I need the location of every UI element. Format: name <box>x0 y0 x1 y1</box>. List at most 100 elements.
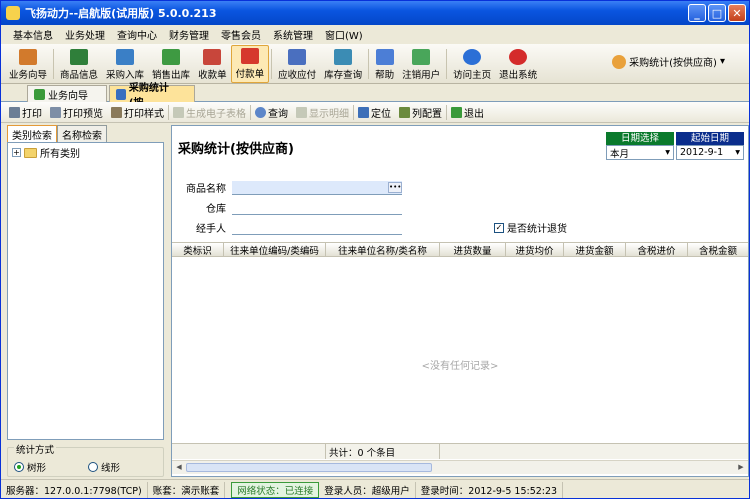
horizontal-scrollbar[interactable]: ◀ ▶ <box>172 460 748 474</box>
date-select-label: 日期选择 <box>606 132 674 145</box>
start-date: 起始日期 2012-9-1 ▾ <box>676 132 744 160</box>
close-button[interactable]: ✕ <box>728 4 746 22</box>
date-select-dropdown[interactable]: 本月 ▾ <box>606 145 674 160</box>
menu-retail-member[interactable]: 零售会员 <box>215 27 267 42</box>
toolbar-exit-button[interactable]: 退出系统 <box>495 45 541 83</box>
checkmark-icon: ✓ <box>494 222 504 233</box>
ellipsis-icon[interactable]: ••• <box>388 181 402 193</box>
chevron-down-icon: ▾ <box>735 147 740 158</box>
stat-mode-title: 统计方式 <box>14 442 57 456</box>
column-header[interactable]: 进货金额 <box>564 243 626 256</box>
menu-finance[interactable]: 财务管理 <box>163 27 215 42</box>
chevron-down-icon: ▾ <box>719 56 725 67</box>
start-date-picker[interactable]: 2012-9-1 ▾ <box>676 145 744 160</box>
guide-icon <box>34 88 45 100</box>
category-tree[interactable]: + 所有类别 <box>7 142 164 440</box>
radio-tree-mode[interactable]: 树形 <box>14 460 46 474</box>
product-grid-icon <box>70 49 89 65</box>
report-grid: 类标识 往来单位编码/类编码 往来单位名称/类名称 进货数量 进货均价 进货金额… <box>172 242 748 476</box>
maximize-button[interactable]: □ <box>708 4 726 22</box>
include-return-checkbox[interactable]: ✓ 是否统计退货 <box>494 220 567 235</box>
scroll-left-icon[interactable]: ◀ <box>173 462 185 473</box>
tree-node-all-categories[interactable]: + 所有类别 <box>8 143 163 162</box>
help-icon <box>375 49 394 65</box>
close-report-button[interactable]: 退出 <box>447 105 488 120</box>
status-server: 服务器：127.0.0.1:7798(TCP) <box>1 481 148 498</box>
column-config-button[interactable]: 列配置 <box>395 105 446 120</box>
status-account: 账套：演示账套 <box>148 481 226 498</box>
column-header[interactable]: 含税金额 <box>688 243 748 257</box>
menu-window[interactable]: 窗口(W) <box>319 27 369 42</box>
title-bar[interactable]: 飞扬动力--启航版(试用版) 5.0.0.213 _ □ ✕ <box>1 1 749 25</box>
document-tabs: 业务向导 采购统计(按... <box>1 83 749 109</box>
tab-purchase-stat[interactable]: 采购统计(按... <box>109 83 195 109</box>
toolbar-receipt-button[interactable]: 收款单 <box>194 45 231 83</box>
main-window: 飞扬动力--启航版(试用版) 5.0.0.213 _ □ ✕ 基本信息 业务处理… <box>0 0 750 499</box>
scroll-right-icon[interactable]: ▶ <box>735 462 747 473</box>
style-icon <box>111 106 122 118</box>
menu-system[interactable]: 系统管理 <box>267 27 319 42</box>
footer-cell <box>172 444 326 459</box>
tab-guide[interactable]: 业务向导 <box>27 85 107 102</box>
report-icon <box>612 54 627 69</box>
locate-icon <box>358 106 369 118</box>
print-style-button[interactable]: 打印样式 <box>107 105 168 120</box>
column-header[interactable]: 进货均价 <box>506 243 564 256</box>
detail-icon <box>296 106 307 118</box>
report-panel: 采购统计(按供应商) 日期选择 本月 ▾ 起始日期 2012-9-1 ▾ 商品名称 … <box>171 125 749 477</box>
expand-icon[interactable]: + <box>12 148 21 157</box>
column-header[interactable]: 类标识 <box>172 243 224 256</box>
query-button[interactable]: 查询 <box>251 105 292 120</box>
receipt-icon <box>203 49 222 65</box>
report-toolbar: 打印 打印预览 打印样式 生成电子表格 查询 显示明细 定位 列配置 退出 <box>1 102 749 123</box>
print-preview-button[interactable]: 打印预览 <box>46 105 107 120</box>
scroll-thumb[interactable] <box>186 463 432 472</box>
column-header[interactable]: 往来单位名称/类名称 <box>326 243 440 256</box>
toolbar-ledger-button[interactable]: 应收应付 <box>274 45 320 83</box>
print-button[interactable]: 打印 <box>5 105 46 120</box>
export-excel-button[interactable]: 生成电子表格 <box>169 105 250 120</box>
toolbar-sales-out-button[interactable]: 销售出库 <box>148 45 194 83</box>
chevron-down-icon: ▾ <box>665 147 670 158</box>
warehouse-input[interactable] <box>232 201 402 215</box>
logout-user-icon <box>412 49 431 65</box>
browser-icon <box>463 49 482 65</box>
toolbar-guide-button[interactable]: 业务向导 <box>5 45 51 83</box>
menu-query-center[interactable]: 查询中心 <box>111 27 163 42</box>
column-header[interactable]: 含税进价 <box>626 243 688 256</box>
menu-bar: 基本信息 业务处理 查询中心 财务管理 零售会员 系统管理 窗口(W) <box>1 25 749 44</box>
tab-name-search[interactable]: 名称检索 <box>57 125 107 142</box>
grid-header: 类标识 往来单位编码/类编码 往来单位名称/类名称 进货数量 进货均价 进货金额… <box>172 242 748 257</box>
purchase-stat-menu[interactable]: 采购统计(按供应商) ▾ <box>612 54 725 69</box>
show-detail-button[interactable]: 显示明细 <box>292 105 353 120</box>
toolbar-inventory-button[interactable]: 库存查询 <box>320 45 366 83</box>
minimize-button[interactable]: _ <box>688 4 706 22</box>
grid-body[interactable]: <没有任何记录> <box>172 257 748 443</box>
product-label: 商品名称 <box>186 184 226 195</box>
toolbar-separator <box>271 49 273 79</box>
radio-line-mode[interactable]: 线形 <box>88 460 120 474</box>
product-input[interactable]: ••• <box>232 180 402 195</box>
toolbar-product-button[interactable]: 商品信息 <box>56 45 102 83</box>
search-tabs: 类别检索 名称检索 <box>7 125 164 142</box>
menu-business[interactable]: 业务处理 <box>59 27 111 42</box>
power-icon <box>509 49 528 65</box>
toolbar-payment-button[interactable]: 付款单 <box>230 45 270 83</box>
locate-button[interactable]: 定位 <box>354 105 395 120</box>
column-header[interactable]: 进货数量 <box>440 243 506 256</box>
menu-basic-info[interactable]: 基本信息 <box>7 27 59 42</box>
toolbar-homepage-button[interactable]: 访问主页 <box>449 45 495 83</box>
search-icon <box>255 106 266 118</box>
exit-icon <box>451 106 462 118</box>
toolbar-purchase-in-button[interactable]: 采购入库 <box>102 45 148 83</box>
handler-input[interactable] <box>232 221 402 235</box>
status-user: 登录人员：超级用户 <box>319 481 416 498</box>
column-header[interactable]: 往来单位编码/类编码 <box>224 243 326 256</box>
panel-splitter[interactable] <box>165 125 170 477</box>
radio-icon <box>88 462 98 472</box>
tab-category-search[interactable]: 类别检索 <box>7 125 57 142</box>
preview-icon <box>50 106 61 118</box>
toolbar-help-button[interactable]: 帮助 <box>371 45 398 83</box>
grid-footer: 共计：0 个条目 <box>172 443 748 459</box>
toolbar-logout-button[interactable]: 注销用户 <box>398 45 444 83</box>
